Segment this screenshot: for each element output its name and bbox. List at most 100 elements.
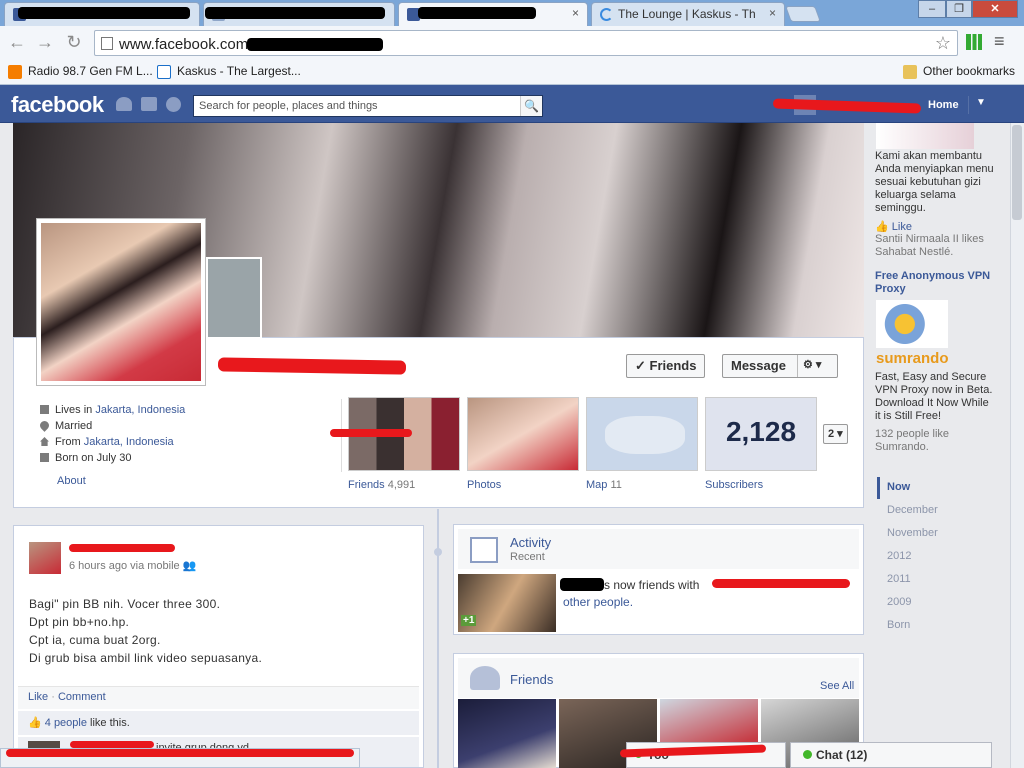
facebook-header: facebook Search for people, places and t… xyxy=(0,85,1024,123)
divider xyxy=(968,96,969,114)
messages-icon[interactable] xyxy=(141,97,157,111)
bookmark-star-icon[interactable]: ☆ xyxy=(935,33,951,54)
ad2-brand: sumrando xyxy=(876,350,949,367)
timeline-page: ✓ Friends Message ⚙ ▾ Lives in Jakarta, … xyxy=(0,123,1010,768)
folder-icon xyxy=(903,64,917,79)
redaction xyxy=(205,7,385,19)
heart-icon xyxy=(38,419,51,432)
message-button[interactable]: Message ⚙ ▾ xyxy=(722,354,838,378)
ad2-title[interactable]: Free Anonymous VPN Proxy xyxy=(875,270,995,296)
browser-toolbar: ← → ↻ www.facebook.com ☆ ≡ xyxy=(0,26,1024,60)
ad2-social: 132 people like Sumrando. xyxy=(875,428,950,453)
minimize-button[interactable]: – xyxy=(918,0,946,18)
redaction xyxy=(712,579,850,588)
address-bar[interactable]: www.facebook.com ☆ xyxy=(94,30,958,56)
redaction xyxy=(330,429,412,437)
friend-thumb-1[interactable] xyxy=(458,699,556,768)
scrubber-2011[interactable]: 2011 xyxy=(887,573,911,585)
subscribers-tile[interactable]: 2,128 xyxy=(705,397,817,471)
likers-link[interactable]: 4 people xyxy=(45,717,87,729)
kaskus-icon xyxy=(157,64,171,79)
reload-button[interactable]: ↻ xyxy=(63,32,85,54)
bookmark-kaskus[interactable]: Kaskus - The Largest... xyxy=(157,64,301,79)
home-link[interactable]: Home xyxy=(928,99,959,111)
see-all-link[interactable]: See All xyxy=(820,680,854,692)
scrubber-november[interactable]: November xyxy=(887,527,938,539)
chat-sidebar-toggle[interactable]: Chat (12) xyxy=(790,742,992,768)
friends-button[interactable]: ✓ Friends xyxy=(626,354,706,378)
comment-link[interactable]: Comment xyxy=(58,691,106,703)
account-menu-icon[interactable]: ▼ xyxy=(976,97,986,108)
scrubber-born[interactable]: Born xyxy=(887,619,910,631)
profile-picture[interactable] xyxy=(36,218,206,386)
other-people-link[interactable]: other people. xyxy=(563,595,633,609)
other-bookmarks[interactable]: Other bookmarks xyxy=(903,64,1015,79)
new-tab-button[interactable] xyxy=(785,6,821,22)
back-button[interactable]: ← xyxy=(6,32,28,54)
info-from: From Jakarta, Indonesia xyxy=(40,436,174,448)
photos-tile[interactable] xyxy=(467,397,579,471)
search-icon[interactable]: 🔍 xyxy=(520,96,542,116)
friends-header: Friends See All xyxy=(458,658,859,698)
close-window-button[interactable]: ✕ xyxy=(972,0,1018,18)
more-tiles-button[interactable]: 2 ▾ xyxy=(823,424,848,444)
gear-icon[interactable]: ⚙ ▾ xyxy=(803,358,821,371)
post-body: Bagi" pin BB nih. Vocer three 300. Dpt p… xyxy=(29,597,263,665)
friends-tile-label[interactable]: Friends 4,991 xyxy=(348,479,415,491)
ad1-social: Santii Nirmaala II likes Sahabat Nestlé. xyxy=(875,233,984,258)
thumbs-up-icon: 👍 xyxy=(28,717,42,729)
lives-in-link[interactable]: Jakarta, Indonesia xyxy=(95,404,185,416)
redaction xyxy=(69,544,175,552)
scrubber-december[interactable]: December xyxy=(887,504,938,516)
map-tile[interactable] xyxy=(586,397,698,471)
plus-one-badge: +1 xyxy=(461,615,477,626)
birthday-icon xyxy=(40,453,49,462)
scrollbar-thumb[interactable] xyxy=(1012,125,1022,220)
friends-icon xyxy=(470,666,500,690)
redaction xyxy=(70,741,154,748)
timeline-dot xyxy=(434,548,442,556)
like-link[interactable]: Like xyxy=(28,691,48,703)
forward-button[interactable]: → xyxy=(34,32,56,54)
work-icon xyxy=(40,405,49,414)
ad1-like[interactable]: 👍 Like xyxy=(875,220,912,233)
scrubber-2012[interactable]: 2012 xyxy=(887,550,911,562)
scrubber-2009[interactable]: 2009 xyxy=(887,596,911,608)
map-tile-label[interactable]: Map 11 xyxy=(586,479,622,491)
subscribers-count: 2,128 xyxy=(725,416,797,447)
about-link[interactable]: About xyxy=(57,475,86,487)
signal-extension-icon[interactable] xyxy=(966,34,982,50)
photos-tile-label[interactable]: Photos xyxy=(467,479,501,491)
profile-image xyxy=(41,223,201,381)
cover-thumbnail xyxy=(206,257,262,339)
friend-requests-icon[interactable] xyxy=(116,97,132,111)
info-married: Married xyxy=(38,419,92,432)
post-actions: Like · Comment xyxy=(18,686,419,709)
tab-strip: × × × The Lounge | Kaskus - Th × – ❐ ✕ xyxy=(0,0,1024,26)
facebook-logo[interactable]: facebook xyxy=(11,92,104,118)
ad-image-nestle[interactable] xyxy=(876,123,974,149)
redaction xyxy=(418,7,536,19)
browser-tab-4[interactable]: The Lounge | Kaskus - Th × xyxy=(591,2,785,26)
loading-spinner-icon xyxy=(600,8,613,21)
author-avatar[interactable] xyxy=(29,542,61,574)
close-tab-icon[interactable]: × xyxy=(769,6,776,20)
thumbs-up-icon: 👍 xyxy=(875,221,889,233)
blogger-icon xyxy=(8,64,22,79)
wrench-menu-icon[interactable]: ≡ xyxy=(994,31,1005,52)
subscribers-tile-label[interactable]: Subscribers xyxy=(705,479,763,491)
sumrando-logo-icon[interactable] xyxy=(876,300,948,348)
search-box[interactable]: Search for people, places and things 🔍 xyxy=(193,95,543,117)
friends-audience-icon[interactable]: 👥 xyxy=(183,560,197,572)
info-born: Born on July 30 xyxy=(40,452,131,464)
bookmark-radio[interactable]: Radio 98.7 Gen FM L... xyxy=(8,64,153,79)
notifications-globe-icon[interactable] xyxy=(166,97,181,112)
scrubber-now[interactable]: Now xyxy=(887,481,910,493)
ad2-text[interactable]: Fast, Easy and Secure VPN Proxy now in B… xyxy=(875,371,997,423)
scrubber-active-marker xyxy=(877,477,880,499)
hometown-link[interactable]: Jakarta, Indonesia xyxy=(84,436,174,448)
ad1-text[interactable]: Kami akan membantu Anda menyiapkan menu … xyxy=(875,150,995,215)
maximize-button[interactable]: ❐ xyxy=(946,0,972,18)
close-tab-icon[interactable]: × xyxy=(572,6,579,20)
likes-summary: 👍 4 people like this. xyxy=(18,711,419,735)
